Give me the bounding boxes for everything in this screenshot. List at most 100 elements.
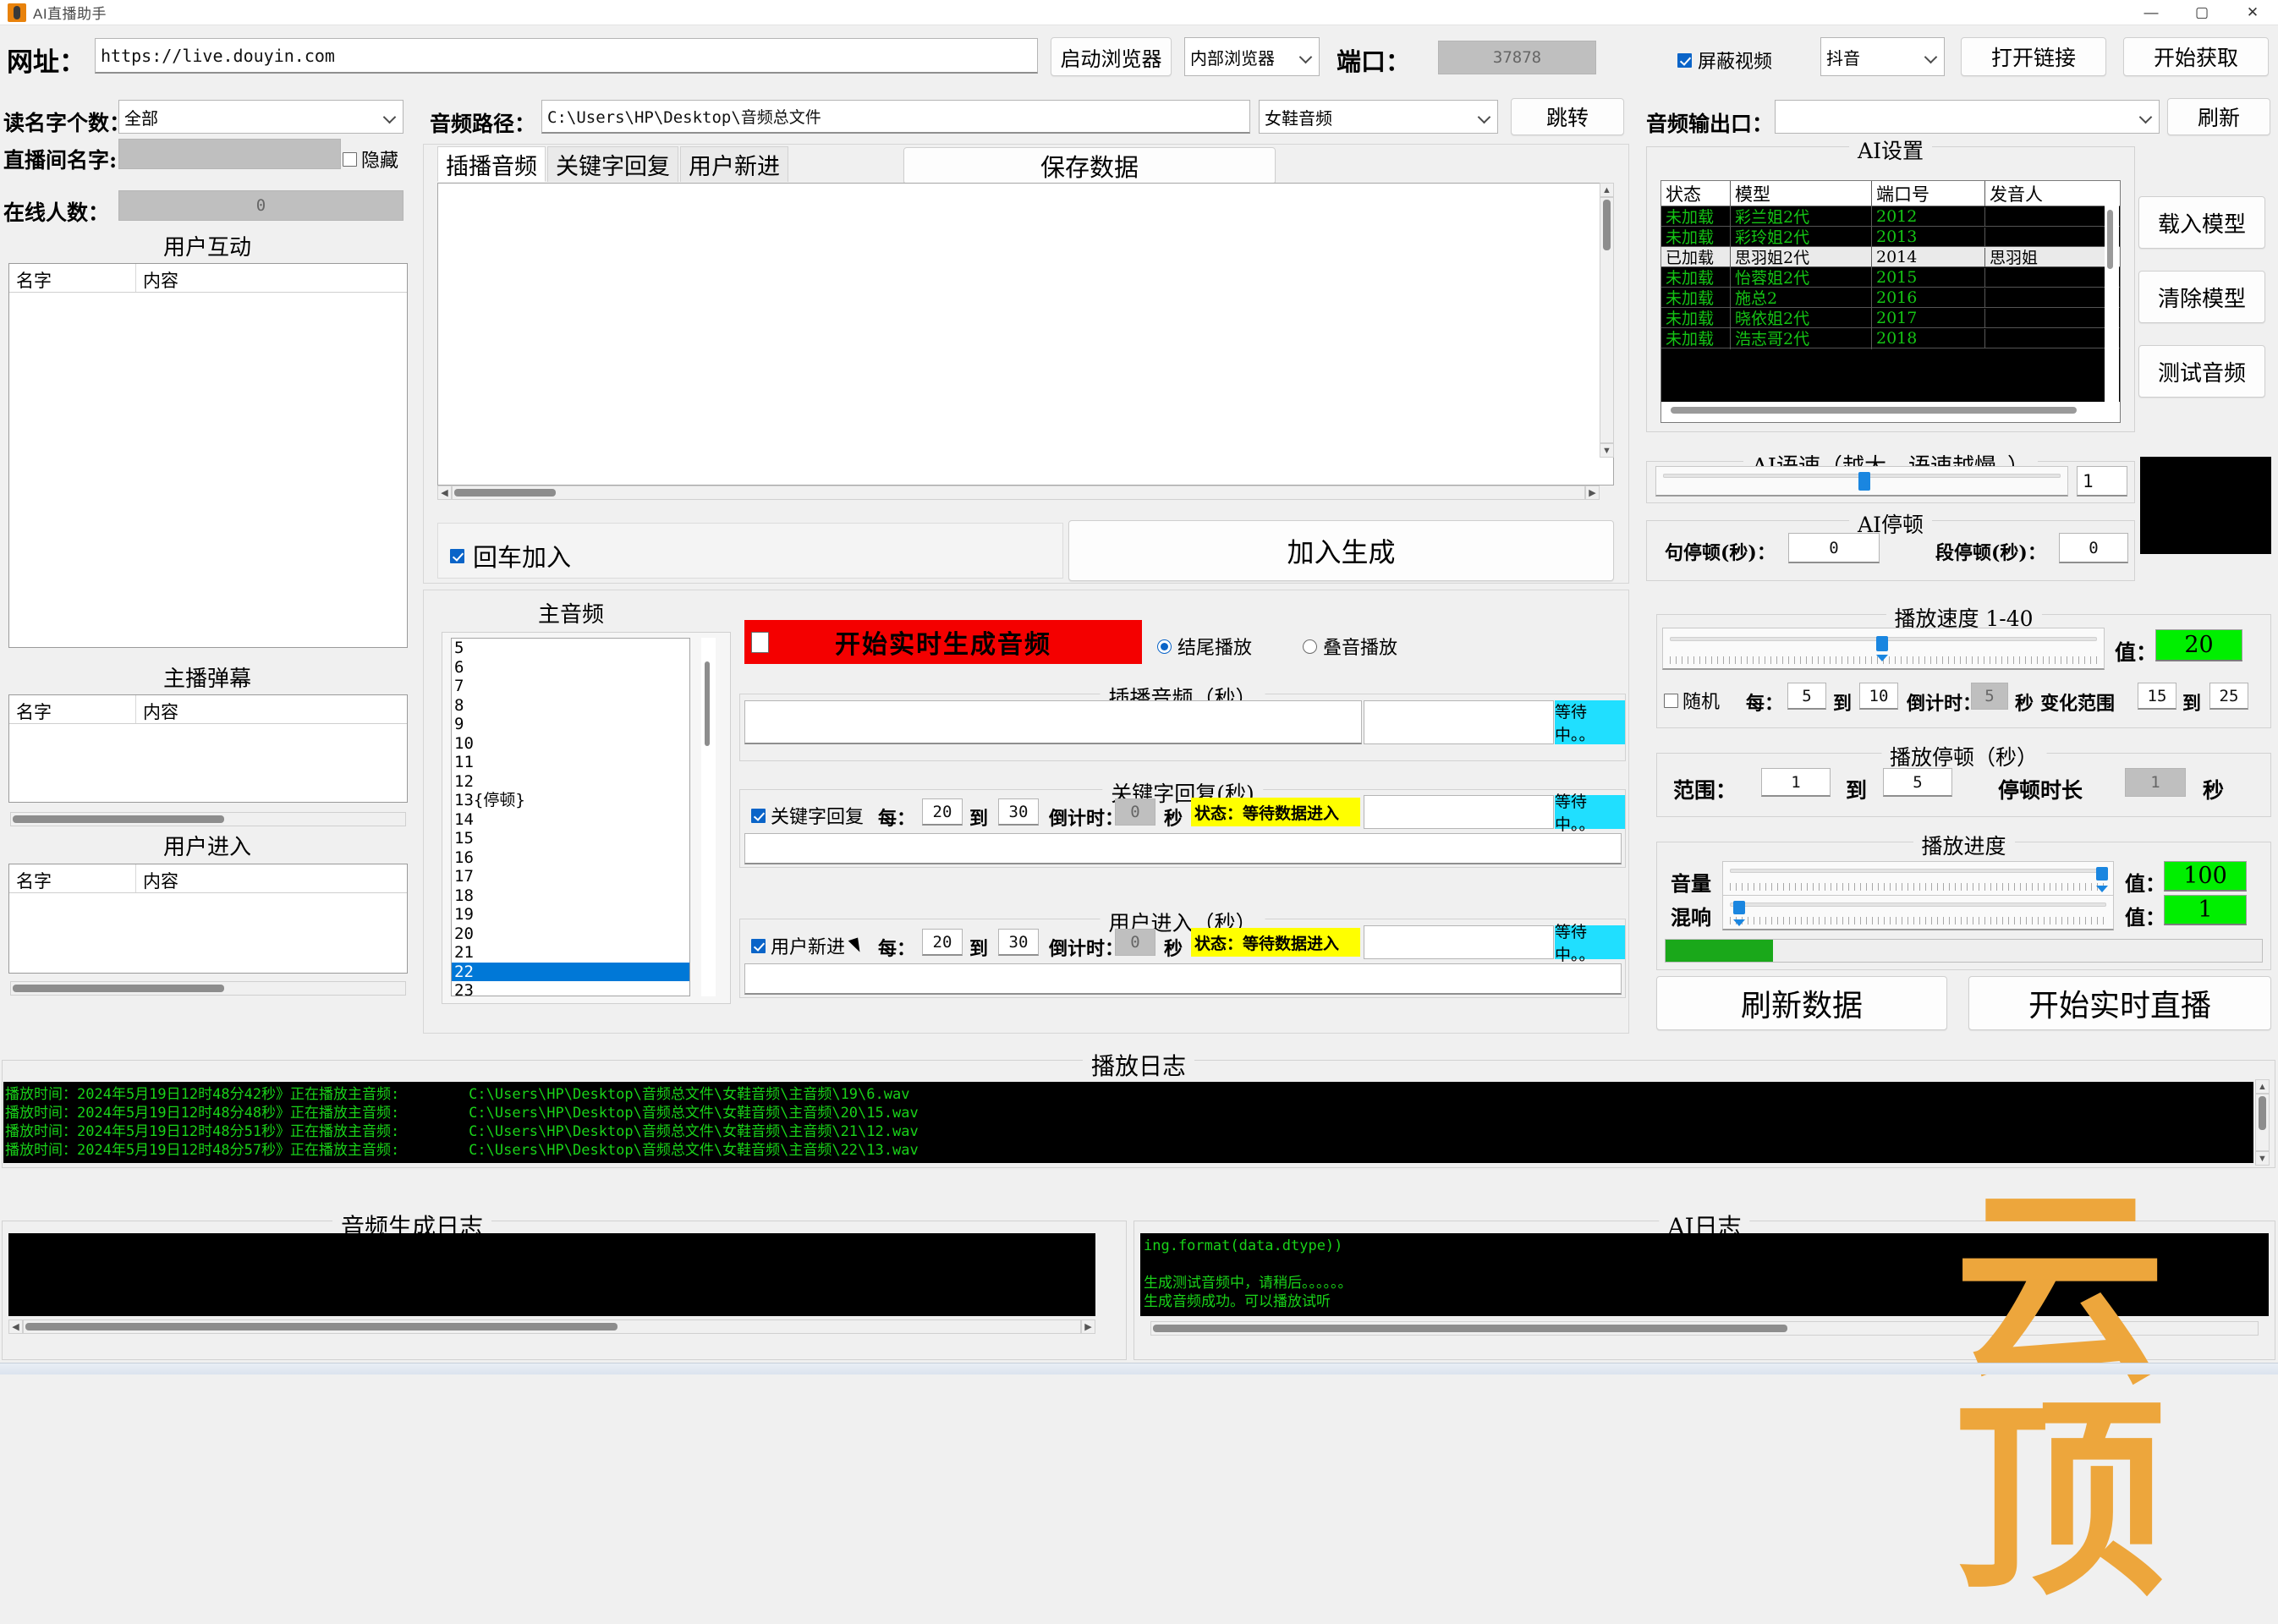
play-mode-end-radio[interactable]: 结尾播放	[1157, 633, 1252, 660]
scrollbar-thumb[interactable]	[13, 985, 224, 992]
hide-checkbox[interactable]: 隐藏	[343, 145, 398, 173]
list-item[interactable]: 18	[452, 886, 689, 906]
tab-insert-audio[interactable]: 插播音频	[437, 146, 546, 182]
table-row[interactable]: 未加载 怡蓉姐2代 2015	[1661, 266, 2120, 288]
play-log-scroll-up-arrow[interactable]: ▲	[2255, 1079, 2270, 1094]
play-speed-random-checkbox[interactable]: 随机	[1664, 687, 1720, 714]
play-pause-to-input[interactable]: 5	[1883, 768, 1952, 797]
join-generate-button[interactable]: 加入生成	[1068, 520, 1614, 581]
start-browser-button[interactable]: 启动浏览器	[1051, 37, 1172, 76]
audio-gen-log-scroll-left-arrow[interactable]: ◀	[8, 1320, 23, 1334]
enter-join-checkbox[interactable]: 回车加入	[450, 538, 571, 573]
list-item[interactable]: 17	[452, 867, 689, 886]
table-row[interactable]: 未加载 施总2 2016	[1661, 286, 2120, 309]
list-item[interactable]: 15	[452, 829, 689, 848]
jump-button[interactable]: 跳转	[1511, 98, 1624, 135]
play-speed-range-from-input[interactable]: 15	[2138, 683, 2176, 710]
audio-gen-log-console[interactable]	[8, 1233, 1095, 1316]
room-name-input[interactable]	[118, 139, 341, 169]
scrollbar-thumb[interactable]	[1603, 200, 1611, 250]
refresh-data-button[interactable]: 刷新数据	[1656, 976, 1947, 1030]
ai-speed-slider[interactable]	[1655, 466, 2068, 497]
list-item[interactable]: 21	[452, 943, 689, 963]
insert-audio-secondary-input[interactable]	[1364, 700, 1554, 744]
play-speed-slider[interactable]	[1662, 628, 2105, 670]
list-item[interactable]: 23	[452, 981, 689, 996]
keyword-from-input[interactable]: 20	[922, 798, 963, 826]
slider-knob[interactable]	[1875, 636, 1888, 661]
table-row[interactable]: 未加载 晓依姐2代 2017	[1661, 306, 2120, 329]
slider-knob[interactable]	[2095, 867, 2108, 892]
play-pause-from-input[interactable]: 1	[1761, 768, 1831, 797]
sentence-pause-input[interactable]: 0	[1788, 533, 1880, 563]
play-speed-range-to-input[interactable]: 25	[2209, 683, 2248, 710]
list-item[interactable]: 12	[452, 772, 689, 792]
user-enter-to-input[interactable]: 30	[998, 929, 1039, 956]
user-enter-input[interactable]	[744, 963, 1622, 995]
audio-gen-log-scroll-right-arrow[interactable]: ▶	[1081, 1320, 1095, 1334]
volume-slider[interactable]	[1722, 861, 2114, 897]
main-audio-list[interactable]: 5 6 7 8 9 10 11 12 13{停顿} 14 15 16 17 18 19 20 21 22 23	[451, 638, 690, 996]
slider-knob[interactable]	[1733, 901, 1746, 926]
reverb-slider[interactable]	[1722, 895, 2114, 930]
refresh-output-button[interactable]: 刷新	[2167, 98, 2270, 135]
list-item[interactable]: 20	[452, 924, 689, 944]
editor-scroll-up-arrow[interactable]: ▲	[1600, 183, 1614, 197]
table-row[interactable]: 未加载 彩玲姐2代 2013	[1661, 225, 2120, 248]
list-item[interactable]: 11	[452, 753, 689, 772]
editor-scroll-right-arrow[interactable]: ▶	[1585, 486, 1600, 500]
list-item[interactable]: 16	[452, 848, 689, 868]
scrollbar-thumb[interactable]	[1153, 1325, 1787, 1332]
user-enter-secondary-input[interactable]	[1364, 925, 1554, 959]
start-live-button[interactable]: 开始实时直播	[1968, 976, 2271, 1030]
ai-models-hscrollbar[interactable]	[1671, 404, 2102, 419]
audio-gen-log-hscrollbar[interactable]	[23, 1320, 1081, 1334]
scrollbar-thumb[interactable]	[13, 815, 224, 823]
host-danmaku-hscrollbar[interactable]	[10, 812, 406, 826]
keyword-to-input[interactable]: 30	[998, 798, 1039, 826]
host-danmaku-table[interactable]: 名字 内容	[8, 694, 408, 803]
close-button[interactable]: ✕	[2227, 0, 2278, 25]
audio-folder-select[interactable]: 女鞋音频	[1259, 100, 1498, 134]
list-item[interactable]: 6	[452, 658, 689, 678]
list-item[interactable]: 19	[452, 905, 689, 924]
maximize-button[interactable]: ▢	[2176, 0, 2227, 25]
editor-hscrollbar[interactable]	[452, 486, 1585, 500]
start-realtime-audio-banner[interactable]: 开始实时生成音频	[744, 620, 1142, 664]
list-item[interactable]: 8	[452, 696, 689, 716]
keyword-reply-input[interactable]	[744, 833, 1622, 864]
scrollbar-thumb[interactable]	[2107, 210, 2113, 269]
scrollbar-thumb[interactable]	[1671, 407, 2077, 414]
list-item[interactable]: 10	[452, 734, 689, 754]
platform-select[interactable]: 抖音	[1820, 37, 1945, 76]
browser-select[interactable]: 内部浏览器	[1184, 37, 1320, 76]
clear-model-button[interactable]: 清除模型	[2138, 271, 2265, 323]
user-enter-checkbox[interactable]: 用户新进	[751, 932, 845, 959]
port-input[interactable]: 37878	[1438, 41, 1596, 74]
audio-path-input[interactable]: C:\Users\HP\Desktop\音频总文件	[541, 100, 1250, 134]
play-speed-to-input[interactable]: 10	[1859, 683, 1898, 710]
list-item[interactable]: 13{停顿}	[452, 791, 689, 810]
play-log-scroll-down-arrow[interactable]: ▼	[2255, 1151, 2270, 1166]
play-mode-overlay-radio[interactable]: 叠音播放	[1303, 633, 1397, 660]
test-audio-button[interactable]: 测试音频	[2138, 345, 2265, 398]
list-item[interactable]: 7	[452, 677, 689, 696]
ai-log-hscrollbar[interactable]	[1150, 1321, 2259, 1336]
slider-knob[interactable]	[1858, 472, 1870, 491]
ai-speed-value[interactable]: 1	[2077, 466, 2127, 497]
list-item[interactable]: 9	[452, 715, 689, 734]
table-row[interactable]: 未加载 浩志哥2代 2018	[1661, 326, 2120, 349]
table-row-selected[interactable]: 已加载 思羽姐2代 2014 思羽姐	[1661, 245, 2120, 268]
keyword-secondary-input[interactable]	[1364, 795, 1554, 829]
user-enter-hscrollbar[interactable]	[10, 981, 406, 996]
save-data-button[interactable]: 保存数据	[903, 147, 1276, 184]
editor-textarea[interactable]	[437, 183, 1614, 486]
list-item[interactable]: 5	[452, 639, 689, 658]
editor-scroll-down-arrow[interactable]: ▼	[1600, 443, 1614, 458]
scrollbar-thumb[interactable]	[454, 489, 556, 497]
tab-user-new[interactable]: 用户新进	[680, 146, 788, 182]
keyword-reply-checkbox[interactable]: 关键字回复	[751, 802, 864, 829]
read-name-count-select[interactable]: 全部	[118, 100, 403, 134]
start-fetch-button[interactable]: 开始获取	[2123, 37, 2269, 76]
scrollbar-thumb[interactable]	[2259, 1096, 2266, 1130]
